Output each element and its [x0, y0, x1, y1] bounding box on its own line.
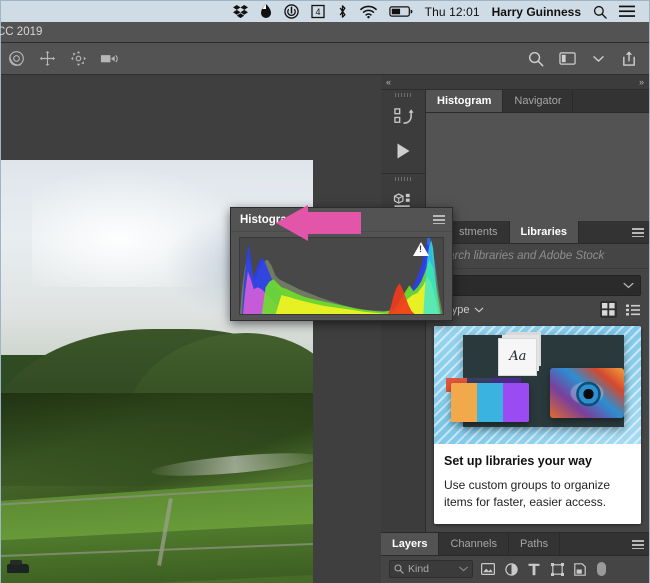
- chevron-down-icon: [474, 307, 484, 313]
- svg-text:4: 4: [315, 7, 320, 17]
- promo-font-card: Aa: [498, 338, 537, 376]
- tabrow-spacer: [560, 533, 627, 555]
- power-toggle-icon[interactable]: [278, 1, 305, 22]
- rail-grip-icon[interactable]: [395, 177, 412, 181]
- 3d-slide-icon[interactable]: [67, 48, 89, 70]
- dock-body: Histogram Navigator stments Libraries: [381, 90, 649, 583]
- promo-heading: Set up libraries your way: [444, 454, 631, 468]
- library-select[interactable]: o: [434, 275, 641, 296]
- swatch-purple: [503, 383, 529, 422]
- promo-color-swatches: [451, 383, 530, 422]
- chevron-down-icon: [623, 282, 634, 289]
- histogram-graph: [239, 237, 444, 315]
- adjustments-libraries-tabrow: stments Libraries: [426, 221, 649, 244]
- promo-body: Use custom groups to organize items for …: [444, 477, 631, 512]
- layers-panel-menu-icon[interactable]: [627, 533, 649, 555]
- tab-libraries[interactable]: Libraries: [510, 221, 579, 243]
- pixel-layer-filter-icon[interactable]: [480, 561, 496, 577]
- chevron-down-icon[interactable]: [587, 48, 609, 70]
- spotlight-search-icon[interactable]: [587, 1, 613, 22]
- dock-panel-column: Histogram Navigator stments Libraries: [426, 90, 649, 583]
- layers-panel: Layers Channels Paths Kind: [381, 532, 649, 583]
- mouse-icon[interactable]: [254, 1, 278, 22]
- smart-object-filter-icon[interactable]: [572, 561, 588, 577]
- panel-menu-icon[interactable]: [433, 215, 445, 224]
- histogram-navigator-tabrow: Histogram Navigator: [426, 90, 649, 113]
- dropbox-icon[interactable]: [227, 1, 254, 22]
- notification-center-icon[interactable]: [613, 1, 641, 22]
- collapsed-panel-rail: [381, 90, 426, 583]
- share-icon[interactable]: [618, 48, 640, 70]
- cached-data-warning-icon[interactable]: [413, 242, 429, 256]
- expand-right-icon[interactable]: »: [639, 77, 644, 87]
- photoshop-window: 4 Thu 12:01 Harry Guinness: [0, 0, 650, 583]
- history-icon[interactable]: [383, 100, 423, 134]
- tab-paths[interactable]: Paths: [509, 533, 560, 555]
- tab-channels[interactable]: Channels: [439, 533, 508, 555]
- panel-menu-icon[interactable]: [632, 228, 644, 237]
- layer-kind-filter[interactable]: Kind: [389, 560, 473, 578]
- swatch-orange: [451, 383, 477, 422]
- dock-collapse-bar[interactable]: « »: [381, 75, 649, 90]
- libraries-search-input[interactable]: Search libraries and Adobe Stock: [426, 244, 649, 269]
- menubar-clock[interactable]: Thu 12:01: [419, 1, 486, 22]
- libraries-view-toggle: [600, 301, 641, 318]
- work-area: « »: [1, 75, 649, 583]
- promo-eye-photo: [550, 368, 625, 418]
- chevron-down-icon: [459, 566, 468, 572]
- tab-navigator[interactable]: Navigator: [503, 90, 573, 112]
- rail-grip-icon[interactable]: [395, 93, 412, 97]
- 3d-pan-icon[interactable]: [36, 48, 58, 70]
- grid-view-icon[interactable]: [600, 301, 617, 318]
- rail-group-history: [381, 90, 426, 174]
- workspace-layout-icon[interactable]: [556, 48, 578, 70]
- tab-layers[interactable]: Layers: [381, 533, 439, 555]
- calendar-icon[interactable]: 4: [305, 1, 331, 22]
- photo-vehicle: [7, 564, 29, 573]
- tabrow-spacer: [573, 90, 649, 112]
- panel-menu-icon[interactable]: [632, 540, 644, 549]
- tab-histogram[interactable]: Histogram: [426, 90, 503, 112]
- pink-arrow-annotation: [276, 205, 361, 246]
- macos-menu-bar: 4 Thu 12:01 Harry Guinness: [1, 1, 649, 22]
- type-layer-filter-icon[interactable]: [526, 561, 542, 577]
- layers-filter-row: Kind: [381, 556, 649, 583]
- adjustment-layer-filter-icon[interactable]: [503, 561, 519, 577]
- layers-tabrow: Layers Channels Paths: [381, 533, 649, 556]
- collapse-left-icon[interactable]: «: [386, 77, 391, 87]
- wifi-icon[interactable]: [354, 1, 383, 22]
- app-title-bar: CC 2019: [1, 22, 649, 43]
- 3d-orbit-icon[interactable]: [5, 48, 27, 70]
- panel-dock: « »: [381, 75, 649, 583]
- libraries-panel-menu-icon[interactable]: [627, 221, 649, 243]
- shape-layer-filter-icon[interactable]: [549, 561, 565, 577]
- libraries-promo-card[interactable]: Aa Set up libraries your way U: [434, 326, 641, 524]
- histogram-panel-body: [426, 113, 649, 221]
- promo-text-block: Set up libraries your way Use custom gro…: [434, 444, 641, 524]
- filter-toggle-icon[interactable]: [597, 562, 606, 576]
- battery-icon[interactable]: [383, 1, 419, 22]
- promo-illustration: Aa: [434, 326, 641, 444]
- menubar-user-name[interactable]: Harry Guinness: [486, 1, 587, 22]
- swatch-blue: [477, 383, 503, 422]
- options-bar: [1, 43, 649, 75]
- tabrow-spacer: [579, 221, 627, 243]
- app-title: CC 2019: [0, 26, 42, 38]
- search-icon[interactable]: [525, 48, 547, 70]
- bluetooth-icon[interactable]: [331, 1, 354, 22]
- search-icon: [394, 564, 404, 574]
- actions-play-icon[interactable]: [383, 134, 423, 168]
- list-view-icon[interactable]: [624, 301, 641, 318]
- tab-adjustments[interactable]: stments: [448, 221, 510, 243]
- 3d-camera-icon[interactable]: [98, 48, 120, 70]
- libraries-filter-row: by type: [426, 296, 649, 322]
- layer-kind-value: Kind: [408, 563, 429, 575]
- canvas-area[interactable]: [1, 75, 381, 583]
